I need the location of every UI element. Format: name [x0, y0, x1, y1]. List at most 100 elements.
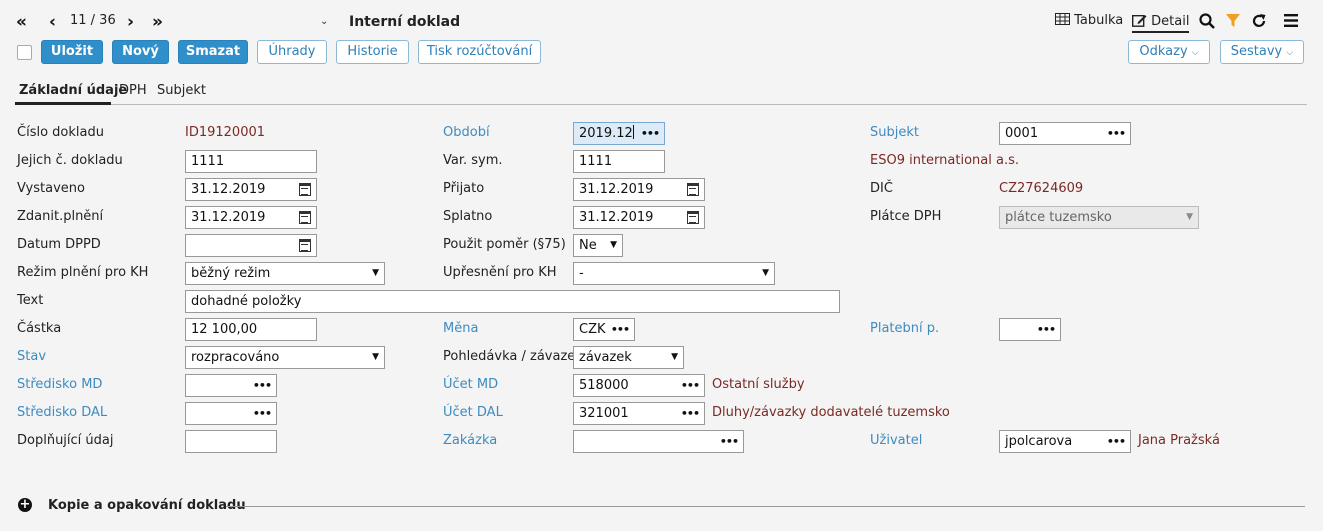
save-button[interactable]: Uložit [41, 40, 103, 64]
currency-input[interactable]: CZK ••• [573, 318, 635, 341]
payments-button[interactable]: Úhrady [257, 40, 327, 64]
more-icon[interactable]: ••• [681, 375, 700, 396]
taxable-date-input[interactable]: 31.12.2019 [185, 206, 317, 229]
dropdown-arrow-icon: ▼ [372, 268, 379, 278]
period-label[interactable]: Období [443, 125, 490, 140]
receivable-value: závazek [579, 350, 632, 365]
refresh-icon[interactable] [1251, 13, 1267, 29]
payment-method-input[interactable]: ••• [999, 318, 1061, 341]
copy-repeat-section[interactable]: Kopie a opakování dokladu [48, 498, 246, 513]
vat-id-value: CZ27624609 [999, 181, 1084, 196]
order-input[interactable]: ••• [573, 430, 744, 453]
expand-plus-icon[interactable]: + [18, 498, 32, 512]
more-icon[interactable]: ••• [1107, 123, 1126, 144]
center-md-label[interactable]: Středisko MD [17, 377, 102, 392]
status-value: rozpracováno [191, 350, 280, 365]
kh-regime-label: Režim plnění pro KH [17, 265, 149, 280]
received-date-value: 31.12.2019 [579, 182, 654, 197]
print-allocation-button[interactable]: Tisk rozúčtování [418, 40, 541, 64]
more-icon[interactable]: ••• [253, 375, 272, 396]
their-doc-input[interactable]: 1111 [185, 150, 317, 173]
kh-spec-label: Upřesnění pro KH [443, 265, 557, 280]
subject-value: 0001 [1005, 126, 1039, 141]
select-checkbox[interactable] [17, 45, 32, 60]
calendar-icon[interactable] [299, 183, 311, 196]
account-md-desc: Ostatní služby [712, 377, 805, 392]
issued-date-input[interactable]: 31.12.2019 [185, 178, 317, 201]
calendar-icon[interactable] [687, 211, 699, 224]
filter-icon[interactable] [1226, 14, 1240, 28]
tab-vat[interactable]: DPH [119, 83, 147, 98]
account-md-label[interactable]: Účet MD [443, 377, 498, 392]
center-dal-label[interactable]: Středisko DAL [17, 405, 107, 420]
table-view-button[interactable]: Tabulka [1055, 13, 1123, 28]
more-icon[interactable]: ••• [641, 123, 660, 144]
subject-input[interactable]: 0001 ••• [999, 122, 1131, 145]
center-dal-input[interactable]: ••• [185, 402, 277, 425]
extra-info-input[interactable] [185, 430, 277, 453]
menu-icon[interactable] [1284, 14, 1298, 27]
status-label[interactable]: Stav [17, 349, 46, 364]
tab-subject[interactable]: Subjekt [157, 83, 206, 98]
last-record-button[interactable]: » [152, 12, 163, 32]
calendar-icon[interactable] [687, 183, 699, 196]
prev-record-button[interactable]: ‹ [49, 12, 56, 32]
vat-payer-label: Plátce DPH [870, 209, 942, 224]
doc-number-value: ID19120001 [185, 125, 266, 140]
text-label: Text [17, 293, 44, 308]
first-record-button[interactable]: « [16, 12, 27, 32]
var-sym-input[interactable]: 1111 [573, 150, 665, 173]
links-dropdown[interactable]: Odkazy ⌵ [1128, 40, 1210, 64]
vat-payer-value: plátce tuzemsko [1005, 210, 1112, 225]
receivable-label: Pohledávka / závazek [443, 349, 583, 364]
taxable-label: Zdanit.plnění [17, 209, 104, 224]
ratio-select[interactable]: Ne ▼ [573, 234, 623, 257]
more-icon[interactable]: ••• [253, 403, 272, 424]
user-label[interactable]: Uživatel [870, 433, 922, 448]
account-dal-label[interactable]: Účet DAL [443, 405, 503, 420]
due-date-value: 31.12.2019 [579, 210, 654, 225]
next-record-button[interactable]: › [127, 12, 134, 32]
amount-input[interactable]: 12 100,00 [185, 318, 317, 341]
kh-regime-select[interactable]: běžný režim ▼ [185, 262, 385, 285]
text-input[interactable]: dohadné položky [185, 290, 840, 313]
order-label[interactable]: Zakázka [443, 433, 497, 448]
delete-button[interactable]: Smazat [178, 40, 248, 64]
ratio-label: Použit poměr (§75) [443, 237, 566, 252]
tab-basic[interactable]: Základní údaje [19, 83, 127, 98]
more-icon[interactable]: ••• [611, 319, 630, 340]
detail-view-button[interactable]: Detail [1131, 13, 1190, 33]
calendar-icon[interactable] [299, 239, 311, 252]
center-md-input[interactable]: ••• [185, 374, 277, 397]
period-input[interactable]: 2019.12 ••• [573, 122, 665, 145]
account-md-input[interactable]: 518000 ••• [573, 374, 705, 397]
new-button[interactable]: Nový [112, 40, 169, 64]
more-icon[interactable]: ••• [1107, 431, 1126, 452]
subject-label[interactable]: Subjekt [870, 125, 919, 140]
dropdown-arrow-icon: ▼ [1186, 212, 1193, 222]
due-label: Splatno [443, 209, 493, 224]
receivable-select[interactable]: závazek ▼ [573, 346, 684, 369]
currency-value: CZK [579, 322, 606, 337]
received-date-input[interactable]: 31.12.2019 [573, 178, 705, 201]
status-select[interactable]: rozpracováno ▼ [185, 346, 385, 369]
more-icon[interactable]: ••• [720, 431, 739, 452]
more-icon[interactable]: ••• [1037, 319, 1056, 340]
due-date-input[interactable]: 31.12.2019 [573, 206, 705, 229]
dppd-date-input[interactable] [185, 234, 317, 257]
currency-label[interactable]: Měna [443, 321, 478, 336]
payment-method-label[interactable]: Platební p. [870, 321, 939, 336]
account-dal-input[interactable]: 321001 ••• [573, 402, 705, 425]
kh-regime-value: běžný režim [191, 266, 271, 281]
ratio-value: Ne [579, 238, 597, 253]
reports-label: Sestavy [1230, 44, 1283, 59]
user-input[interactable]: jpolcarova ••• [999, 430, 1131, 453]
chevron-down-icon[interactable]: ⌄ [320, 16, 328, 27]
calendar-icon[interactable] [299, 211, 311, 224]
vat-payer-select: plátce tuzemsko ▼ [999, 206, 1199, 229]
kh-spec-select[interactable]: - ▼ [573, 262, 775, 285]
search-icon[interactable] [1199, 13, 1215, 29]
reports-dropdown[interactable]: Sestavy ⌵ [1220, 40, 1304, 64]
history-button[interactable]: Historie [336, 40, 409, 64]
more-icon[interactable]: ••• [681, 403, 700, 424]
